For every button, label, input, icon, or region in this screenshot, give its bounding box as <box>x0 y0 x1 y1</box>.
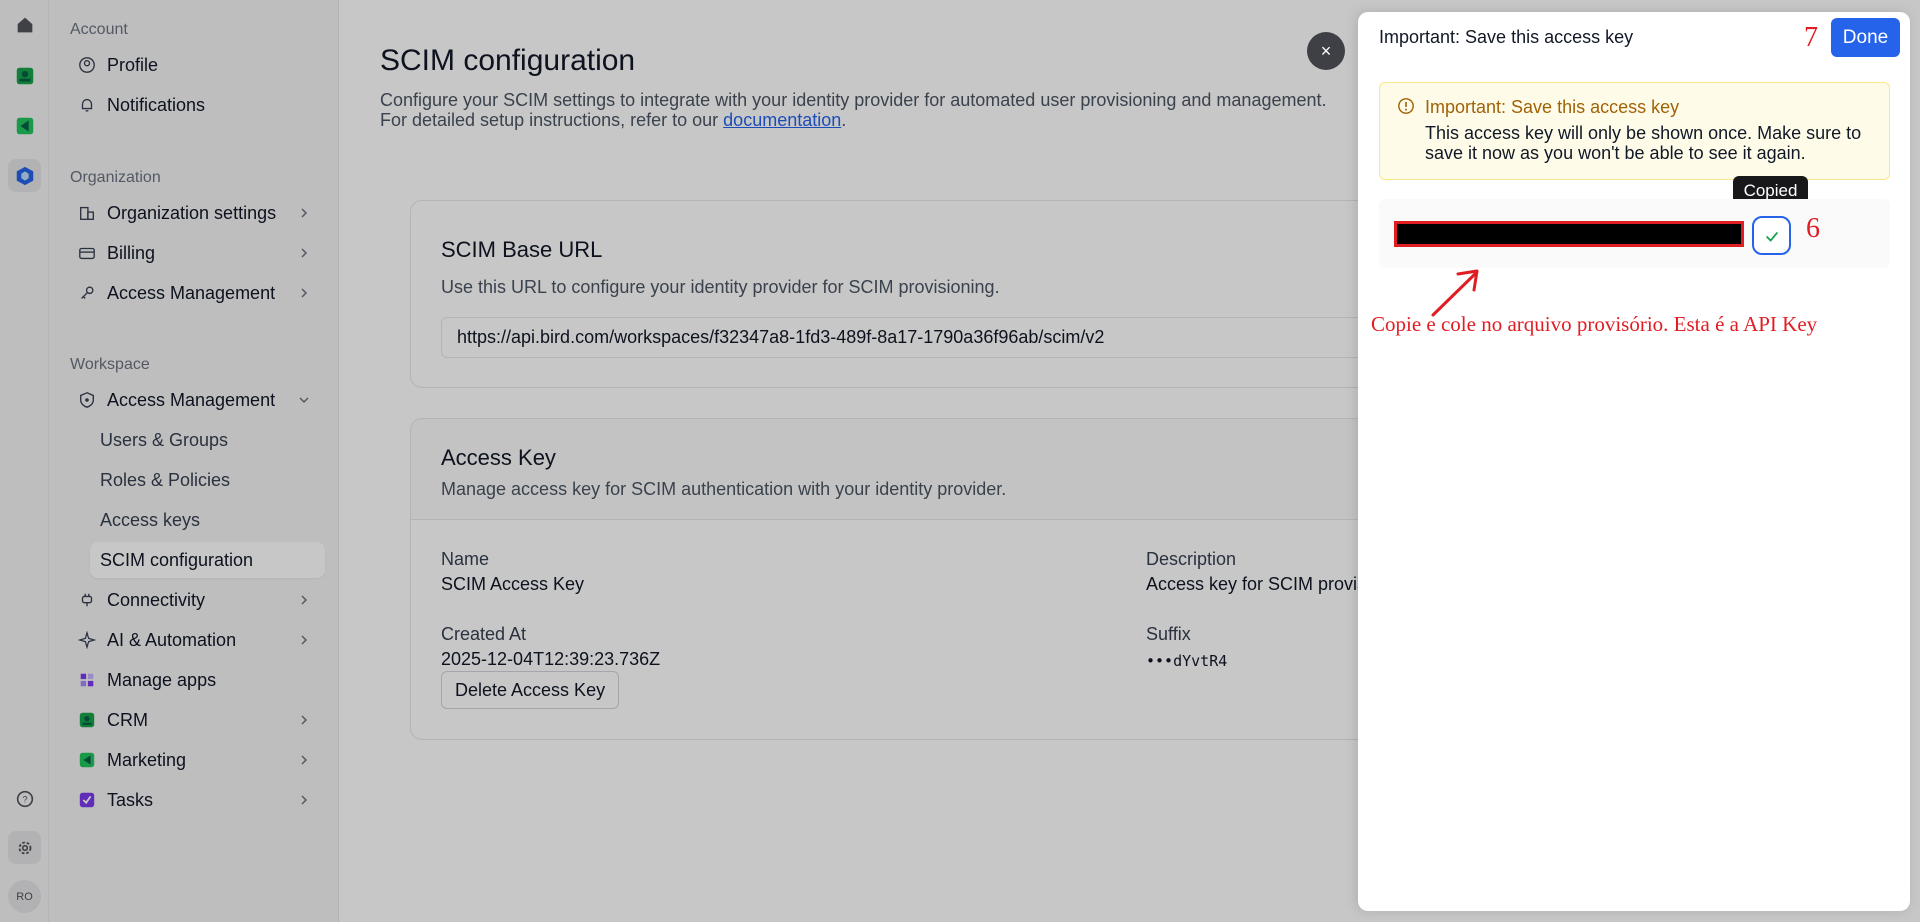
check-icon <box>1765 231 1778 242</box>
redacted-access-key[interactable] <box>1394 221 1744 247</box>
panel-title: Important: Save this access key <box>1379 27 1634 47</box>
close-icon[interactable]: × <box>1307 32 1345 70</box>
copy-button[interactable] <box>1752 216 1791 255</box>
annotation-text: Copie e cole no arquivo provisório. Esta… <box>1371 312 1818 336</box>
warning-title: Important: Save this access key <box>1425 97 1680 117</box>
alert-circle-icon <box>1398 98 1414 114</box>
done-button[interactable]: Done <box>1831 18 1900 57</box>
annotation-step-7: 7 <box>1804 22 1818 53</box>
annotation-step-6: 6 <box>1806 213 1820 244</box>
access-key-panel: Important: Save this access key 7 Done I… <box>1358 12 1910 911</box>
warning-alert: Important: Save this access key This acc… <box>1379 82 1890 180</box>
warning-text: This access key will only be shown once.… <box>1425 123 1862 163</box>
access-key-field: 6 <box>1379 199 1890 268</box>
